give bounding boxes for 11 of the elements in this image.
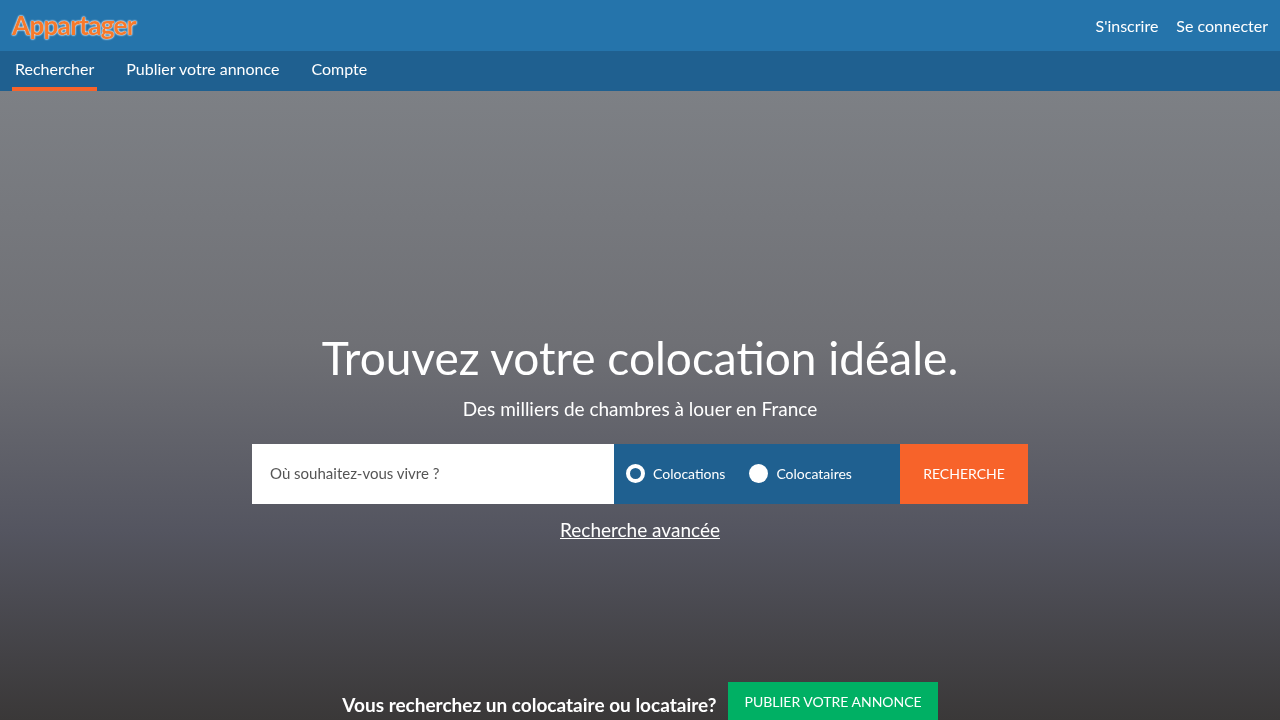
advanced-search-link[interactable]: Recherche avancée: [560, 515, 720, 544]
header-link[interactable]: S'inscrire: [1095, 13, 1159, 38]
hero-subtitle: Des milliers de chambres à louer en France: [462, 396, 818, 422]
location-field[interactable]: Où souhaitez-vous vivre ?: [252, 443, 614, 504]
radio-option[interactable]: Colocataires: [749, 463, 852, 484]
header-link[interactable]: Se connecter: [1176, 13, 1268, 38]
radio-option[interactable]: Colocations: [626, 463, 726, 484]
cta-text: Vous recherchez un colocataire ou locataire?: [342, 691, 717, 718]
hero-title: Trouvez votre colocation idéale.: [321, 331, 959, 385]
nav-tab[interactable]: Publier votre annonce: [123, 51, 283, 91]
nav-tab[interactable]: Compte: [308, 51, 371, 91]
